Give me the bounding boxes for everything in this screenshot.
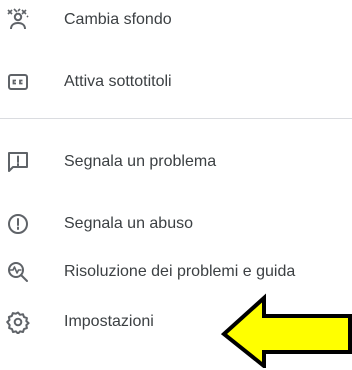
menu-item-report-abuse[interactable]: Segnala un abuso: [0, 202, 352, 246]
menu-item-captions[interactable]: Attiva sottotitoli: [0, 60, 352, 104]
report-problem-icon: [6, 150, 30, 174]
left-pointing-arrow: [220, 293, 352, 368]
report-abuse-icon: [6, 212, 30, 236]
settings-gear-icon: [6, 310, 30, 334]
menu-item-label: Segnala un problema: [64, 153, 217, 170]
menu-item-label: Attiva sottotitoli: [64, 73, 172, 90]
menu-item-change-background[interactable]: Cambia sfondo: [0, 0, 352, 44]
menu-item-label: Cambia sfondo: [64, 11, 172, 28]
menu-item-label: Segnala un abuso: [64, 215, 193, 232]
menu-divider: [0, 118, 352, 119]
closed-captions-icon: [6, 70, 30, 94]
menu-item-label: Impostazioni: [64, 313, 154, 330]
more-options-menu: Cambia sfondo Attiva sottotitoli Segnala…: [0, 0, 352, 370]
change-background-icon: [6, 8, 30, 32]
menu-item-label: Risoluzione dei problemi e guida: [64, 263, 296, 280]
menu-item-report-problem[interactable]: Segnala un problema: [0, 140, 352, 184]
menu-item-troubleshooting[interactable]: Risoluzione dei problemi e guida: [0, 250, 352, 294]
troubleshooting-icon: [6, 260, 30, 284]
